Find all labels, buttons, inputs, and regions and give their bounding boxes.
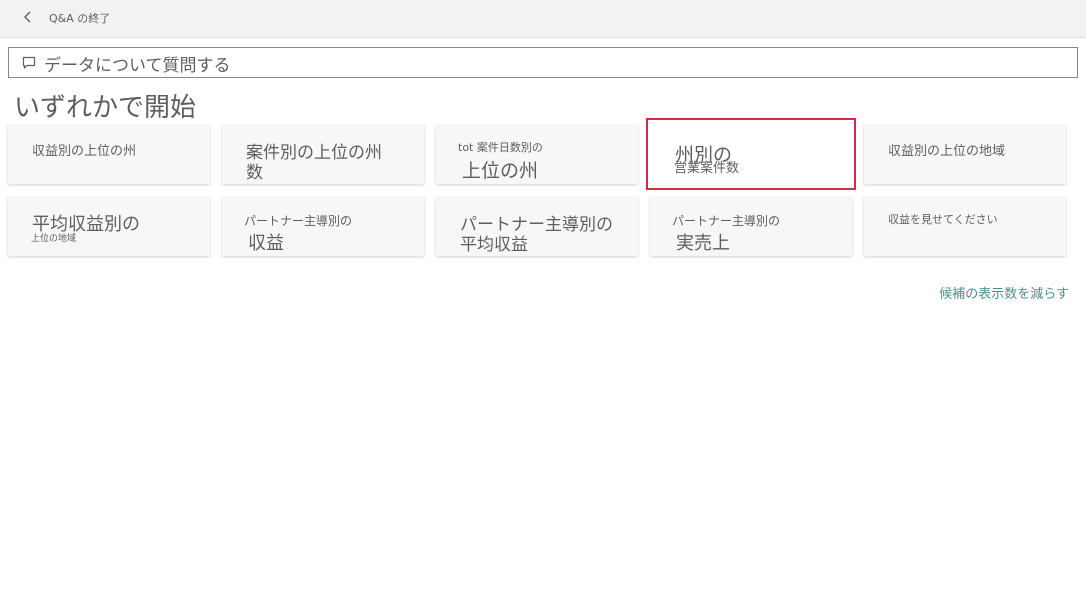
card-line2: 平均収益 xyxy=(460,235,528,255)
exit-qa-label[interactable]: Q&A の終了 xyxy=(49,10,110,26)
show-fewer-suggestions-link[interactable]: 候補の表示数を減らす xyxy=(939,283,1069,302)
suggestion-card-opportunities-by-state[interactable]: 州別の 営業案件数 xyxy=(646,118,856,190)
suggestion-card-show-revenue[interactable]: 収益を見せてください xyxy=(864,197,1066,256)
card-line2: 実売上 xyxy=(676,233,730,254)
chevron-left-icon xyxy=(24,11,31,23)
card-line2: 上位の地域 xyxy=(31,234,77,244)
top-bar: Q&A の終了 xyxy=(0,0,1086,38)
card-line1: 収益を見せてください xyxy=(888,213,998,226)
card-line2: 営業案件数 xyxy=(674,161,740,176)
suggestion-card-partner-led-avg-revenue[interactable]: パートナー主導別の 平均収益 xyxy=(436,197,638,256)
suggestion-card-revenue-top-states[interactable]: 収益別の上位の州 xyxy=(8,125,210,184)
suggestion-card-partner-led-revenue[interactable]: パートナー主導別の 収益 xyxy=(222,197,424,256)
suggestion-card-partner-led-actual-sales[interactable]: パートナー主導別の 実売上 xyxy=(650,197,852,256)
card-line1: パートナー主導別の xyxy=(244,214,353,228)
question-input[interactable] xyxy=(44,53,1024,78)
suggestion-card-opportunity-top-states[interactable]: 案件別の上位の州 数 xyxy=(222,125,424,184)
suggestion-card-opportunity-days-top-states[interactable]: tot 案件日数別の 上位の州 xyxy=(436,125,638,184)
suggestion-card-avg-revenue-top-regions[interactable]: 平均収益別の 上位の地域 xyxy=(8,197,210,256)
card-line2: 数 xyxy=(246,163,263,183)
card-line1: 収益別の上位の地域 xyxy=(888,144,1006,159)
card-line2: 収益 xyxy=(248,233,284,254)
question-box[interactable] xyxy=(8,47,1078,78)
card-line1: 収益別の上位の州 xyxy=(32,144,137,159)
card-line2: 上位の州 xyxy=(462,160,539,182)
card-line1: tot 案件日数別の xyxy=(458,141,543,154)
card-line1: パートナー主導別の xyxy=(672,214,781,228)
card-line1: 案件別の上位の州 xyxy=(246,143,382,163)
section-heading: いずれかで開始 xyxy=(14,93,197,123)
chat-bubble-icon xyxy=(22,55,38,71)
back-button[interactable] xyxy=(18,7,38,27)
suggestion-card-revenue-top-regions[interactable]: 収益別の上位の地域 xyxy=(864,125,1066,184)
